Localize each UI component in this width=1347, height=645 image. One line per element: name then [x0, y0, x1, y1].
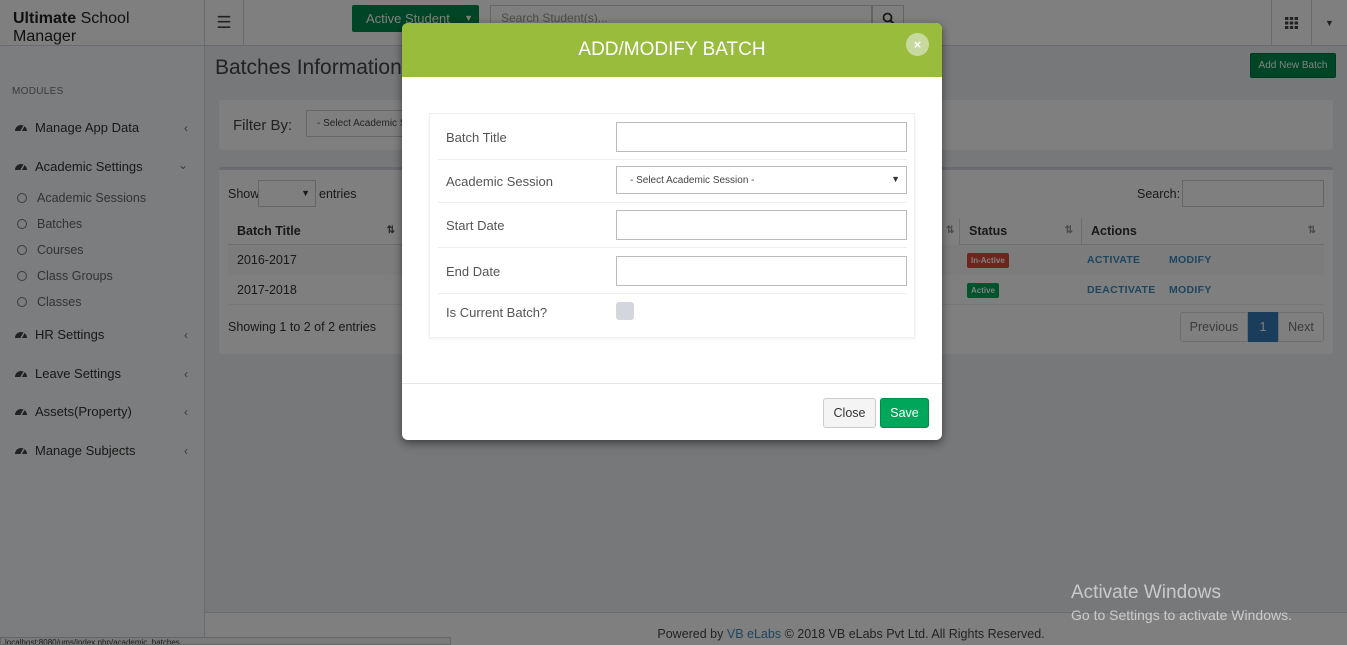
form-row-academic-session: Academic Session - Select Academic Sessi… [438, 159, 907, 202]
start-date-label: Start Date [446, 218, 505, 233]
is-current-batch-label: Is Current Batch? [446, 305, 548, 320]
add-modify-batch-modal: ADD/MODIFY BATCH × Batch Title Academic … [402, 23, 942, 440]
windows-activation-watermark: Activate Windows Go to Settings to activ… [1071, 582, 1292, 623]
form-row-is-current: Is Current Batch? [438, 293, 907, 331]
modal-close-icon[interactable]: × [906, 33, 929, 56]
close-button[interactable]: Close [823, 398, 876, 428]
watermark-line1: Activate Windows [1071, 582, 1221, 603]
caret-down-icon: ▼ [891, 174, 900, 184]
academic-session-label: Academic Session [446, 174, 553, 189]
form-row-end-date: End Date [438, 247, 907, 293]
start-date-input[interactable] [616, 210, 907, 240]
watermark-line2: Go to Settings to activate Windows. [1071, 607, 1292, 623]
batch-form: Batch Title Academic Session - Select Ac… [429, 113, 915, 338]
modal-footer: Close Save [402, 383, 942, 440]
save-button[interactable]: Save [880, 398, 929, 428]
batch-title-input[interactable] [616, 122, 907, 152]
end-date-label: End Date [446, 264, 501, 279]
modal-title: ADD/MODIFY BATCH [402, 23, 942, 77]
form-row-start-date: Start Date [438, 202, 907, 247]
form-row-batch-title: Batch Title [438, 114, 907, 159]
academic-session-select[interactable]: - Select Academic Session - ▼ [616, 166, 907, 194]
is-current-batch-checkbox[interactable] [616, 302, 634, 320]
batch-title-label: Batch Title [446, 130, 507, 145]
academic-session-select-value: - Select Academic Session - [630, 175, 755, 186]
end-date-input[interactable] [616, 256, 907, 286]
